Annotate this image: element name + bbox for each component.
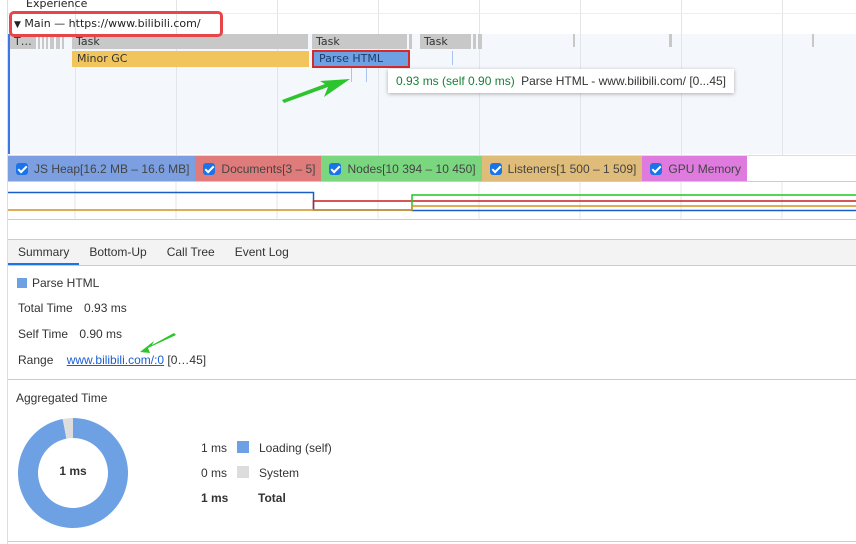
counter-nodes[interactable]: Nodes[10 394 – 10 450] (321, 156, 482, 182)
checkbox-checked-icon[interactable] (489, 163, 502, 175)
minor-gc-event[interactable]: Minor GC (72, 51, 309, 67)
summary-title-text: Parse HTML (32, 276, 100, 290)
details-tabs: Summary Bottom-Up Call Tree Event Log (8, 239, 856, 266)
legend-label: System (259, 466, 300, 480)
grid-line (782, 34, 783, 154)
task-tick[interactable] (669, 34, 672, 47)
counter-label: Listeners[1 500 – 1 509] (507, 162, 637, 176)
counter-gpu-memory[interactable]: GPU Memory (642, 156, 748, 182)
timeline-panel[interactable]: Experience ▼ Main — https://www.bilibili… (0, 0, 856, 155)
experience-track-label[interactable]: Experience (26, 0, 87, 10)
event-mark[interactable] (452, 51, 453, 65)
listeners-line (8, 205, 856, 211)
task-tick[interactable] (812, 34, 814, 47)
grid-line (681, 34, 682, 154)
counter-graph[interactable] (8, 181, 856, 220)
tab-summary[interactable]: Summary (8, 240, 80, 265)
tooltip-text: Parse HTML - www.bilibili.com/ [0...45] (521, 74, 727, 88)
track-selection-bar (8, 34, 10, 154)
counter-listeners[interactable]: Listeners[1 500 – 1 509] (481, 156, 643, 182)
tooltip-time: 0.93 ms (self 0.90 ms) (396, 74, 515, 88)
grid-line (580, 34, 581, 154)
total-time-row: Total Time 0.93 ms (18, 301, 127, 315)
counter-label: GPU Memory (668, 162, 742, 176)
aggregated-time-panel: Aggregated Time 1 ms 1 ms Loading (self)… (8, 379, 856, 542)
summary-title: Parse HTML (17, 276, 99, 290)
total-time-label: Total Time (18, 301, 73, 315)
tab-bottom-up[interactable]: Bottom-Up (79, 240, 156, 265)
counter-legend: JS Heap[16.2 MB – 16.6 MB] Documents[3 –… (8, 155, 856, 182)
range-label: Range (18, 353, 54, 367)
total-time-value: 0.93 ms (84, 301, 127, 315)
task-tick[interactable] (478, 34, 482, 49)
self-time-value: 0.90 ms (79, 327, 123, 341)
tab-call-tree[interactable]: Call Tree (157, 240, 225, 265)
event-tooltip: 0.93 ms (self 0.90 ms) Parse HTML - www.… (388, 69, 735, 93)
checkbox-checked-icon[interactable] (650, 163, 663, 175)
donut-center-label: 1 ms (59, 464, 87, 478)
annotation-arrow-icon (282, 79, 350, 103)
system-swatch-icon (237, 466, 249, 478)
checkbox-checked-icon[interactable] (203, 163, 216, 175)
total-value: 1 ms (201, 491, 229, 505)
annotation-highlight-box (9, 11, 223, 37)
task-bar[interactable]: Task (312, 34, 407, 49)
loading-swatch-icon (237, 441, 249, 453)
event-mark[interactable] (366, 68, 367, 82)
self-time-row: Self Time 0.90 ms (18, 327, 122, 341)
counter-label: Nodes[10 394 – 10 450] (347, 162, 476, 176)
grid-line (479, 34, 480, 154)
category-swatch-icon (17, 278, 27, 288)
checkbox-checked-icon[interactable] (16, 163, 28, 175)
annotation-arrow-icon (140, 333, 176, 353)
counter-label: JS Heap[16.2 MB – 16.6 MB] (34, 162, 190, 176)
summary-panel: Parse HTML Total Time 0.93 ms Self Time … (8, 266, 856, 378)
total-label: Total (258, 491, 286, 505)
legend-value: 1 ms (201, 441, 228, 455)
task-tick[interactable] (573, 34, 575, 47)
counter-documents[interactable]: Documents[3 – 5] (195, 156, 322, 182)
parse-html-event[interactable]: Parse HTML (312, 50, 410, 68)
empty-band (8, 219, 856, 239)
counter-label: Documents[3 – 5] (221, 162, 316, 176)
legend-label: Loading (self) (259, 441, 332, 455)
aggregated-title: Aggregated Time (16, 391, 108, 405)
self-time-label: Self Time (18, 327, 69, 341)
counter-js-heap[interactable]: JS Heap[16.2 MB – 16.6 MB] (8, 156, 196, 182)
legend-value: 0 ms (201, 466, 228, 480)
task-tick[interactable] (409, 34, 412, 49)
tab-event-log[interactable]: Event Log (225, 240, 299, 265)
checkbox-checked-icon[interactable] (329, 163, 342, 175)
task-bar[interactable]: Task (420, 34, 471, 49)
task-tick[interactable] (473, 34, 476, 49)
